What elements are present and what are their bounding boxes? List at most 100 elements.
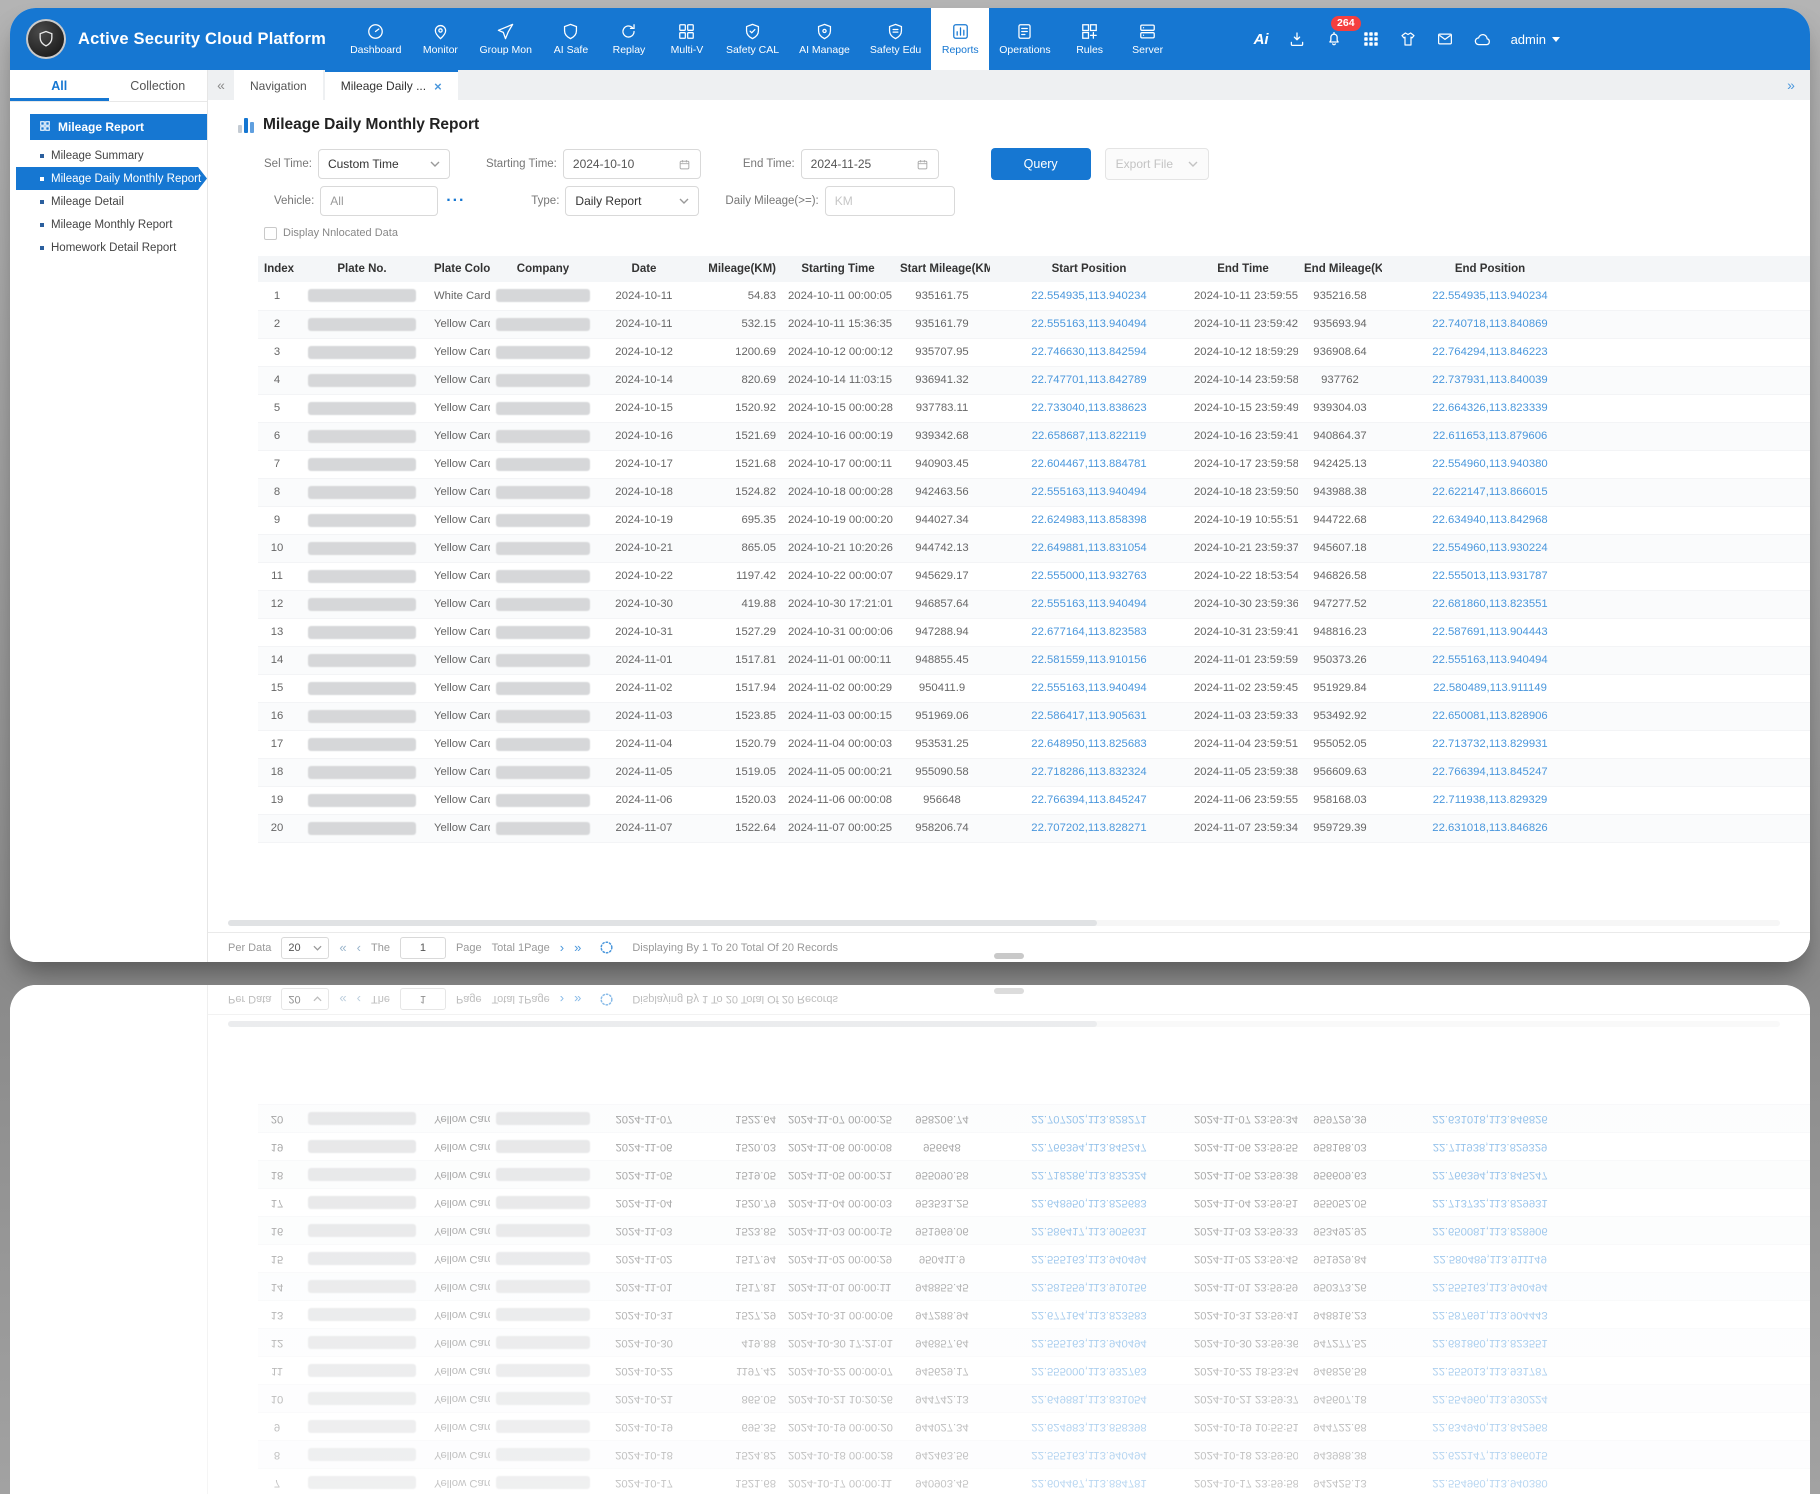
position-link[interactable]: 22.604467,113.884781 bbox=[1031, 458, 1146, 470]
table-row[interactable]: 18Yellow Card2024-11-051519.052024-11-05… bbox=[258, 758, 1810, 786]
position-link[interactable]: 22.611653,113.879606 bbox=[1433, 430, 1548, 442]
nav-item-group-mon[interactable]: Group Mon bbox=[469, 8, 542, 70]
position-link[interactable]: 22.555163,113.940494 bbox=[1432, 654, 1547, 666]
position-link[interactable]: 22.746630,113.842594 bbox=[1031, 346, 1146, 358]
sidebar-item-mileage-detail[interactable]: Mileage Detail bbox=[10, 190, 207, 213]
sidebar-item-mileage-summary[interactable]: Mileage Summary bbox=[10, 144, 207, 167]
position-link[interactable]: 22.581559,113.910156 bbox=[1031, 654, 1146, 666]
nav-item-monitor[interactable]: Monitor bbox=[411, 8, 469, 70]
table-row[interactable]: 2Yellow Card2024-10-11532.152024-10-11 1… bbox=[258, 310, 1810, 338]
position-link[interactable]: 22.766394,113.845247 bbox=[1432, 766, 1547, 778]
table-row[interactable]: 16Yellow Card2024-11-031523.852024-11-03… bbox=[258, 702, 1810, 730]
position-link[interactable]: 22.664326,113.823339 bbox=[1432, 402, 1547, 414]
nav-item-ai-safe[interactable]: AI Safe bbox=[542, 8, 600, 70]
position-link[interactable]: 22.587691,113.904443 bbox=[1432, 626, 1547, 638]
scrollbar-thumb[interactable] bbox=[228, 920, 1097, 926]
nav-item-ai-manage[interactable]: AI Manage bbox=[789, 8, 860, 70]
page-number-input[interactable]: 1 bbox=[400, 937, 446, 959]
sidebar-item-homework-detail-report[interactable]: Homework Detail Report bbox=[10, 236, 207, 259]
position-link[interactable]: 22.677164,113.823583 bbox=[1031, 626, 1146, 638]
table-row[interactable]: 12Yellow Card2024-10-30419.882024-10-30 … bbox=[258, 590, 1810, 618]
table-row[interactable]: 8Yellow Card2024-10-181524.822024-10-18 … bbox=[258, 478, 1810, 506]
table-row[interactable]: 17Yellow Card2024-11-041520.792024-11-04… bbox=[258, 730, 1810, 758]
position-link[interactable]: 22.650081,113.828906 bbox=[1432, 710, 1547, 722]
first-page-icon[interactable]: « bbox=[339, 940, 346, 955]
nav-item-safety-edu[interactable]: Safety Edu bbox=[860, 8, 931, 70]
position-link[interactable]: 22.733040,113.838623 bbox=[1031, 402, 1146, 414]
position-link[interactable]: 22.740718,113.840869 bbox=[1432, 318, 1547, 330]
position-link[interactable]: 22.631018,113.846826 bbox=[1432, 822, 1547, 834]
position-link[interactable]: 22.624983,113.858398 bbox=[1031, 514, 1146, 526]
sidebar-tab-collection[interactable]: Collection bbox=[109, 70, 208, 101]
nav-item-reports[interactable]: Reports bbox=[931, 8, 989, 70]
nav-item-safety-cal[interactable]: Safety CAL bbox=[716, 8, 789, 70]
position-link[interactable]: 22.554960,113.940380 bbox=[1432, 458, 1547, 470]
table-row[interactable]: 15Yellow Card2024-11-021517.942024-11-02… bbox=[258, 674, 1810, 702]
sidebar-tab-all[interactable]: All bbox=[10, 70, 109, 101]
close-icon[interactable]: × bbox=[434, 79, 442, 94]
type-select[interactable]: Daily Report bbox=[565, 186, 699, 216]
position-link[interactable]: 22.737931,113.840039 bbox=[1432, 374, 1547, 386]
cloud-icon[interactable] bbox=[1473, 30, 1492, 49]
position-link[interactable]: 22.555163,113.940494 bbox=[1031, 486, 1146, 498]
position-link[interactable]: 22.554960,113.930224 bbox=[1432, 542, 1547, 554]
position-link[interactable]: 22.580489,113.911149 bbox=[1433, 682, 1547, 694]
position-link[interactable]: 22.622147,113.866015 bbox=[1432, 486, 1547, 498]
refresh-spinner-icon[interactable] bbox=[599, 940, 614, 955]
admin-menu[interactable]: admin bbox=[1511, 32, 1560, 47]
more-options-icon[interactable]: ··· bbox=[446, 196, 465, 206]
tab-navigation[interactable]: Navigation bbox=[234, 70, 323, 100]
table-row[interactable]: 9Yellow Card2024-10-19695.352024-10-19 0… bbox=[258, 506, 1810, 534]
table-row[interactable]: 1White Card2024-10-1154.832024-10-11 00:… bbox=[258, 282, 1810, 310]
table-row[interactable]: 10Yellow Card2024-10-21865.052024-10-21 … bbox=[258, 534, 1810, 562]
sidebar-group-mileage-report[interactable]: Mileage Report bbox=[30, 114, 207, 140]
sidebar-item-mileage-monthly-report[interactable]: Mileage Monthly Report bbox=[10, 213, 207, 236]
position-link[interactable]: 22.586417,113.905631 bbox=[1031, 710, 1146, 722]
position-link[interactable]: 22.681860,113.823551 bbox=[1432, 598, 1547, 610]
table-row[interactable]: 3Yellow Card2024-10-121200.692024-10-12 … bbox=[258, 338, 1810, 366]
position-link[interactable]: 22.658687,113.822119 bbox=[1032, 430, 1147, 442]
table-row[interactable]: 7Yellow Card2024-10-171521.682024-10-17 … bbox=[258, 450, 1810, 478]
daily-mileage-input[interactable]: KM bbox=[825, 186, 955, 216]
position-link[interactable]: 22.555013,113.931787 bbox=[1432, 570, 1547, 582]
starting-time-input[interactable]: 2024-10-10 bbox=[563, 149, 701, 179]
position-link[interactable]: 22.555000,113.932763 bbox=[1031, 570, 1146, 582]
nav-item-multi-v[interactable]: Multi-V bbox=[658, 8, 716, 70]
table-row[interactable]: 19Yellow Card2024-11-061520.032024-11-06… bbox=[258, 786, 1810, 814]
position-link[interactable]: 22.764294,113.846223 bbox=[1432, 346, 1547, 358]
table-row[interactable]: 4Yellow Card2024-10-14820.692024-10-14 1… bbox=[258, 366, 1810, 394]
position-link[interactable]: 22.718286,113.832324 bbox=[1031, 766, 1146, 778]
position-link[interactable]: 22.649881,113.831054 bbox=[1031, 542, 1146, 554]
position-link[interactable]: 22.713732,113.829931 bbox=[1432, 738, 1547, 750]
end-time-input[interactable]: 2024-11-25 bbox=[801, 149, 939, 179]
last-page-icon[interactable]: » bbox=[574, 940, 581, 955]
export-file-button[interactable]: Export File bbox=[1105, 148, 1209, 180]
prev-page-icon[interactable]: ‹ bbox=[357, 940, 361, 955]
nav-item-replay[interactable]: Replay bbox=[600, 8, 658, 70]
position-link[interactable]: 22.707202,113.828271 bbox=[1031, 822, 1146, 834]
table-row[interactable]: 6Yellow Card2024-10-161521.692024-10-16 … bbox=[258, 422, 1810, 450]
tabs-collapse-left-icon[interactable]: « bbox=[208, 70, 234, 100]
position-link[interactable]: 22.555163,113.940494 bbox=[1031, 318, 1146, 330]
table-row[interactable]: 5Yellow Card2024-10-151520.922024-10-15 … bbox=[258, 394, 1810, 422]
sidebar-item-mileage-daily-monthly-report[interactable]: Mileage Daily Monthly Report bbox=[16, 167, 207, 190]
nav-item-operations[interactable]: Operations bbox=[989, 8, 1060, 70]
position-link[interactable]: 22.747701,113.842789 bbox=[1031, 374, 1146, 386]
tab-mileage-daily[interactable]: Mileage Daily ... × bbox=[325, 70, 458, 100]
query-button[interactable]: Query bbox=[991, 148, 1091, 180]
vehicle-input[interactable]: All bbox=[320, 186, 438, 216]
position-link[interactable]: 22.555163,113.940494 bbox=[1031, 598, 1146, 610]
per-page-select[interactable]: 20 bbox=[281, 937, 329, 959]
display-unlocated-checkbox[interactable] bbox=[264, 227, 277, 240]
table-row[interactable]: 14Yellow Card2024-11-011517.812024-11-01… bbox=[258, 646, 1810, 674]
nav-item-dashboard[interactable]: Dashboard bbox=[340, 8, 411, 70]
table-row[interactable]: 11Yellow Card2024-10-221197.422024-10-22… bbox=[258, 562, 1810, 590]
position-link[interactable]: 22.554935,113.940234 bbox=[1031, 290, 1146, 302]
position-link[interactable]: 22.555163,113.940494 bbox=[1031, 682, 1146, 694]
position-link[interactable]: 22.554935,113.940234 bbox=[1432, 290, 1547, 302]
table-row[interactable]: 13Yellow Card2024-10-311527.292024-10-31… bbox=[258, 618, 1810, 646]
next-page-icon[interactable]: › bbox=[560, 940, 564, 955]
table-row[interactable]: 20Yellow Card2024-11-071522.642024-11-07… bbox=[258, 814, 1810, 842]
position-link[interactable]: 22.634940,113.842968 bbox=[1432, 514, 1547, 526]
nav-item-rules[interactable]: Rules bbox=[1061, 8, 1119, 70]
